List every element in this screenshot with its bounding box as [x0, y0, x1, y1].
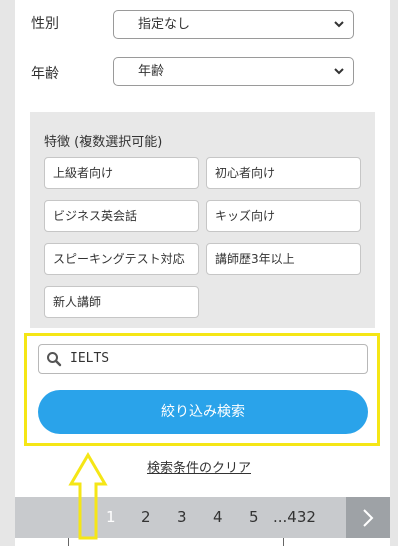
feature-chip[interactable]: 新人講師: [44, 286, 199, 318]
keyword-search-field[interactable]: IELTS: [38, 344, 368, 374]
page-last[interactable]: ...432: [273, 497, 316, 538]
gender-label: 性別: [31, 16, 59, 32]
clear-conditions-link[interactable]: 検索条件のクリア: [147, 461, 251, 476]
search-icon: [47, 352, 62, 367]
page-4[interactable]: 4: [213, 497, 223, 538]
age-select[interactable]: 年齢: [113, 57, 354, 86]
clear-link-wrap: 検索条件のクリア: [0, 457, 398, 476]
up-arrow-icon: [68, 452, 108, 540]
page-5[interactable]: 5: [249, 497, 259, 538]
feature-chip[interactable]: ビジネス英会話: [44, 200, 199, 232]
page-3[interactable]: 3: [177, 497, 187, 538]
feature-chip[interactable]: 講師歴3年以上: [206, 243, 361, 275]
chevron-right-icon: [363, 509, 374, 527]
search-input-value: IELTS: [70, 351, 110, 366]
features-title: 特徴 (複数選択可能): [44, 135, 163, 150]
feature-chip[interactable]: 上級者向け: [44, 157, 199, 189]
chevron-down-icon: [334, 21, 344, 28]
divider: [283, 538, 284, 546]
gender-select[interactable]: 指定なし: [113, 10, 354, 39]
age-select-value: 年齢: [138, 64, 165, 79]
page-2[interactable]: 2: [141, 497, 151, 538]
chevron-down-icon: [334, 68, 344, 75]
feature-chip[interactable]: スピーキングテスト対応: [44, 243, 199, 275]
features-section: 特徴 (複数選択可能) 上級者向け 初心者向け ビジネス英会話 キッズ向け スピ…: [30, 112, 375, 328]
age-label: 年齢: [31, 66, 59, 82]
feature-chip[interactable]: 初心者向け: [206, 157, 361, 189]
next-page-button[interactable]: [346, 497, 390, 538]
feature-chip[interactable]: キッズ向け: [206, 200, 361, 232]
gender-select-value: 指定なし: [138, 17, 191, 32]
filter-search-button[interactable]: 絞り込み検索: [38, 390, 368, 434]
